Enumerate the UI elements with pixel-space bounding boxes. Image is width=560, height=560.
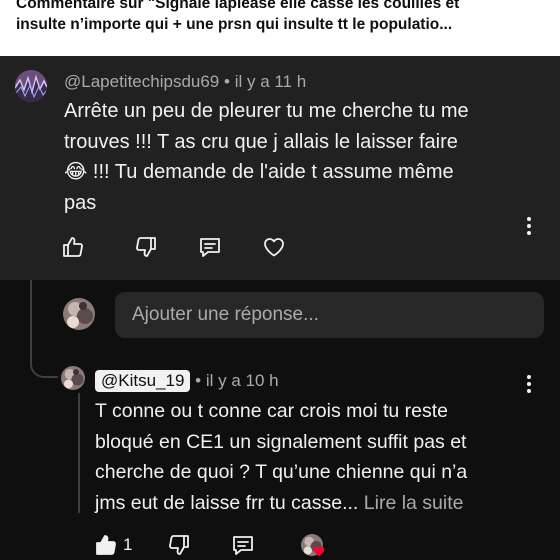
reply-text-line-last: jms eut de laisse frr tu casse... Lire l… <box>95 488 545 519</box>
header-line-1: Commentaire sur "Signalé laplease elle c… <box>16 0 460 12</box>
comment-text-line: pas <box>64 191 97 214</box>
reply-text-line: cherche de quoi ? T qu’une chienne qui n… <box>95 461 468 483</box>
user-avatar <box>63 298 95 330</box>
thumbs-down-icon[interactable] <box>133 234 159 260</box>
reply-actions: 1 <box>93 532 326 558</box>
reply-icon[interactable] <box>197 234 223 260</box>
read-more-link[interactable]: Lire la suite <box>364 492 464 514</box>
meta-separator: • <box>224 72 230 91</box>
comment-header: Commentaire sur "Signalé laplease elle c… <box>0 0 560 56</box>
reply-meta: @Kitsu_19 • il y a 10 h <box>95 370 279 392</box>
reply-more-options-button[interactable] <box>519 372 539 396</box>
reply-input[interactable] <box>115 292 544 338</box>
reply-author-chip[interactable]: @Kitsu_19 <box>95 370 191 392</box>
reply-input-box[interactable] <box>115 292 544 338</box>
parent-comment: @Lapetitechipsdu69 • il y a 11 h Arrête … <box>0 56 560 280</box>
creator-heart-icon <box>298 532 326 558</box>
thumbs-up-icon[interactable] <box>60 234 86 260</box>
thumbs-down-icon[interactable] <box>166 532 192 558</box>
header-line-2: insulte n’importe qui + une prsn qui ins… <box>16 16 453 33</box>
comment-text-line: Arrête un peu de pleurer tu me cherche t… <box>64 100 469 122</box>
more-options-button[interactable] <box>519 214 539 238</box>
comment-text: Arrête un peu de pleurer tu me cherche t… <box>64 96 544 218</box>
reply-thread-line <box>78 393 80 513</box>
comment-timestamp[interactable]: il y a 11 h <box>235 72 307 91</box>
like-count: 1 <box>123 535 133 554</box>
reply-text-line: bloqué en CE1 un signalement suffit pas … <box>95 430 467 453</box>
heart-badge-icon <box>314 546 325 557</box>
meta-separator: • <box>195 371 202 390</box>
reply-avatar[interactable] <box>61 366 85 390</box>
thread-connector <box>30 340 58 378</box>
comment-text-line: trouves !!! T as cru que j allais le lai… <box>64 130 458 153</box>
reply-text-line: jms eut de laisse frr tu casse... <box>95 491 359 514</box>
comment-text-line: 😂 !!! Tu demande de l'aide t assume même <box>64 161 454 183</box>
reply-text-line: T conne ou t conne car crois moi tu rest… <box>95 400 448 422</box>
thumbs-up-filled-icon[interactable] <box>93 532 119 558</box>
reply-timestamp[interactable]: il y a 10 h <box>206 371 279 390</box>
header-title: Commentaire sur "Signalé laplease elle c… <box>16 0 556 35</box>
comment-author[interactable]: @Lapetitechipsdu69 <box>64 72 219 91</box>
reply-icon[interactable] <box>230 532 256 558</box>
comment-meta: @Lapetitechipsdu69 • il y a 11 h <box>64 72 306 92</box>
comment-actions <box>60 234 287 260</box>
reply-text: T conne ou t conne car crois moi tu rest… <box>95 396 545 518</box>
avatar[interactable] <box>15 70 47 102</box>
heart-icon[interactable] <box>261 234 287 260</box>
